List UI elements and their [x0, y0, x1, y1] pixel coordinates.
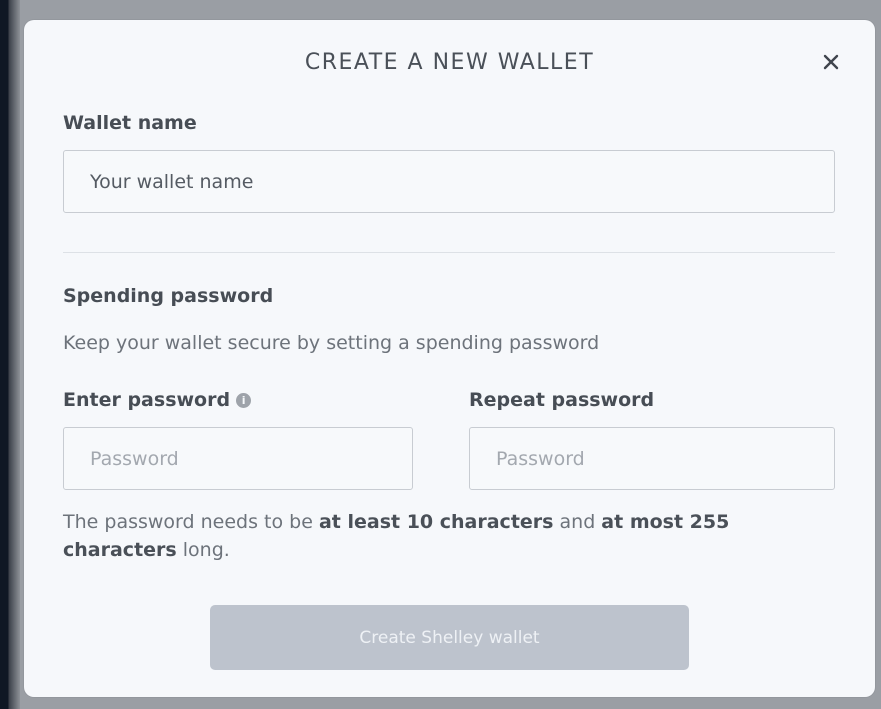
app-sidebar-edge — [0, 0, 20, 709]
close-icon — [823, 54, 839, 70]
overlay-backdrop-top — [0, 0, 881, 12]
enter-password-label-row: Enter password i — [63, 389, 252, 411]
hint-min-length: at least 10 characters — [318, 511, 554, 533]
create-shelley-wallet-button[interactable]: Create Shelley wallet — [210, 605, 689, 670]
enter-password-input[interactable] — [63, 427, 413, 490]
dialog-title: CREATE A NEW WALLET — [304, 50, 595, 75]
repeat-password-input[interactable] — [469, 427, 835, 490]
create-wallet-dialog: CREATE A NEW WALLET Wallet name Spending… — [24, 20, 875, 697]
enter-password-label: Enter password — [63, 389, 231, 411]
wallet-name-input[interactable] — [63, 150, 835, 213]
hint-prefix: The password needs to be — [63, 511, 319, 533]
spending-password-description: Keep your wallet secure by setting a spe… — [63, 332, 600, 354]
repeat-password-label: Repeat password — [469, 389, 655, 411]
hint-middle: and — [553, 511, 602, 533]
password-requirements-hint: The password needs to be at least 10 cha… — [63, 508, 843, 564]
section-divider — [63, 252, 835, 253]
info-icon[interactable]: i — [236, 393, 252, 408]
close-button[interactable] — [819, 50, 843, 74]
spending-password-heading: Spending password — [63, 285, 274, 307]
hint-suffix: long. — [176, 539, 230, 561]
wallet-name-label: Wallet name — [63, 112, 197, 134]
